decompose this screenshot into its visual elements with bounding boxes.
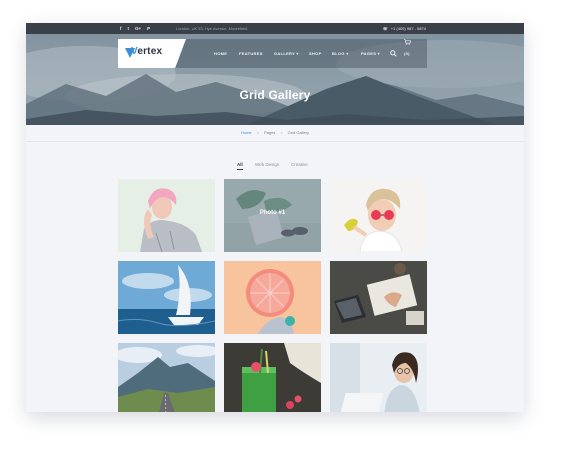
- hero-banner: Vertex HOME FEATURES GALLERY ▾ SHOP BLOG…: [26, 34, 524, 125]
- breadcrumb-current: Grid Gallery: [287, 130, 310, 135]
- filter-creative[interactable]: Creative: [291, 160, 308, 170]
- nav-gallery[interactable]: GALLERY ▾: [274, 39, 299, 68]
- photo-desk-laptop: [330, 261, 427, 334]
- main-navbar: Vertex HOME FEATURES GALLERY ▾ SHOP BLOG…: [118, 39, 427, 68]
- google-plus-icon[interactable]: G+: [135, 26, 141, 31]
- cart-button[interactable]: (0): [404, 39, 411, 68]
- gallery-item-8[interactable]: [224, 343, 321, 412]
- browser-page: f t G+ P London, UK 53, Hye Avenue, Moor…: [26, 23, 524, 412]
- gallery-filters: All Web Design Creative: [26, 160, 524, 170]
- nav-blog[interactable]: BLOG ▾: [332, 39, 349, 68]
- breadcrumb-separator: >: [280, 130, 283, 135]
- logo[interactable]: Vertex: [118, 39, 186, 68]
- phone-text[interactable]: ☏ +1 (409) 987 - 5874: [383, 23, 426, 34]
- photo-pink-hair-woman: [118, 179, 215, 252]
- photo-label: Photo #1: [259, 210, 286, 216]
- facebook-icon[interactable]: f: [120, 26, 122, 31]
- breadcrumb-home[interactable]: Home: [241, 130, 252, 135]
- top-bar: f t G+ P London, UK 53, Hye Avenue, Moor…: [26, 23, 524, 34]
- phone-icon: ☏: [382, 26, 388, 31]
- chevron-down-icon: ▾: [377, 51, 380, 56]
- phone-number: +1 (409) 987 - 5874: [390, 26, 426, 31]
- nav-pages[interactable]: PAGES ▾: [361, 39, 380, 68]
- gallery-item-9[interactable]: [330, 343, 427, 412]
- chevron-down-icon: ▾: [296, 51, 299, 56]
- address-text: London, UK 53, Hye Avenue, Moorefield: [176, 26, 248, 31]
- breadcrumb-separator: >: [256, 130, 259, 135]
- social-links: f t G+ P: [120, 23, 150, 34]
- nav-shop[interactable]: SHOP: [309, 39, 322, 68]
- logo-text: Vertex: [131, 46, 163, 57]
- filter-all[interactable]: All: [237, 160, 243, 170]
- photo-green-smoothie: [224, 343, 321, 412]
- nav-home[interactable]: HOME: [214, 39, 227, 68]
- gallery-item-5[interactable]: [224, 261, 321, 334]
- pinterest-icon[interactable]: P: [147, 26, 150, 31]
- gallery-item-6[interactable]: [330, 261, 427, 334]
- cart-count: (0): [404, 51, 410, 56]
- gallery-item-2[interactable]: Photo #1: [224, 179, 321, 252]
- filter-web-design[interactable]: Web Design: [255, 160, 279, 170]
- breadcrumb-pages[interactable]: Pages: [264, 130, 275, 135]
- gallery-item-7[interactable]: [118, 343, 215, 412]
- gallery-item-1[interactable]: [118, 179, 215, 252]
- photo-woman-red-glasses: [330, 179, 427, 252]
- twitter-icon[interactable]: t: [128, 26, 130, 31]
- photo-sailboat: [118, 261, 215, 334]
- photo-woman-laptop: [330, 343, 427, 412]
- gallery-item-3[interactable]: [330, 179, 427, 252]
- photo-mountain-road: [118, 343, 215, 412]
- breadcrumb: Home > Pages > Grid Gallery: [26, 125, 524, 142]
- chevron-down-icon: ▾: [346, 51, 349, 56]
- page-title: Grid Gallery: [239, 88, 311, 102]
- gallery-item-4[interactable]: [118, 261, 215, 334]
- nav-features[interactable]: FEATURES: [239, 39, 263, 68]
- photo-grapefruit: [224, 261, 321, 334]
